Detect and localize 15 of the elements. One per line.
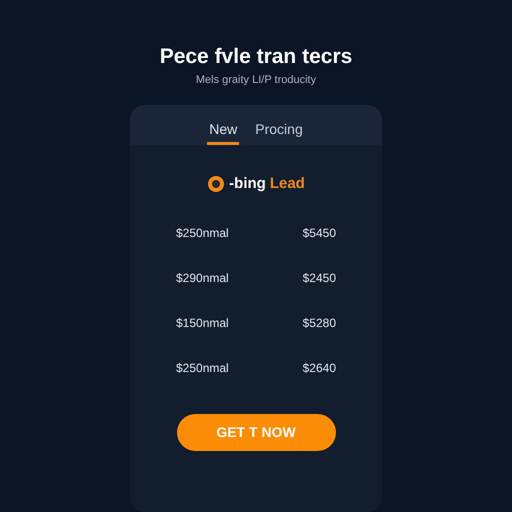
tab[interactable]: New bbox=[207, 104, 240, 144]
plan-label: $290nmal bbox=[176, 270, 229, 286]
plan-price: $2450 bbox=[302, 270, 336, 286]
tab[interactable]: Procing bbox=[253, 104, 305, 144]
page-subtitle: Mels graity LI/P troducity bbox=[196, 73, 316, 88]
plan-label: $250nmal bbox=[176, 360, 229, 376]
plan-label: $250nmal bbox=[176, 225, 229, 241]
brand-name: -bing bbox=[229, 174, 266, 194]
plan-price: $2640 bbox=[302, 360, 336, 376]
brand-name-accent: Lead bbox=[270, 174, 305, 194]
plan-price: $5450 bbox=[302, 225, 336, 241]
page-title: Pece fvle tran tecrs bbox=[160, 44, 352, 70]
plan-price: $5280 bbox=[302, 315, 336, 331]
logo-icon bbox=[207, 174, 226, 193]
plan-label: $150nmal bbox=[176, 315, 229, 331]
